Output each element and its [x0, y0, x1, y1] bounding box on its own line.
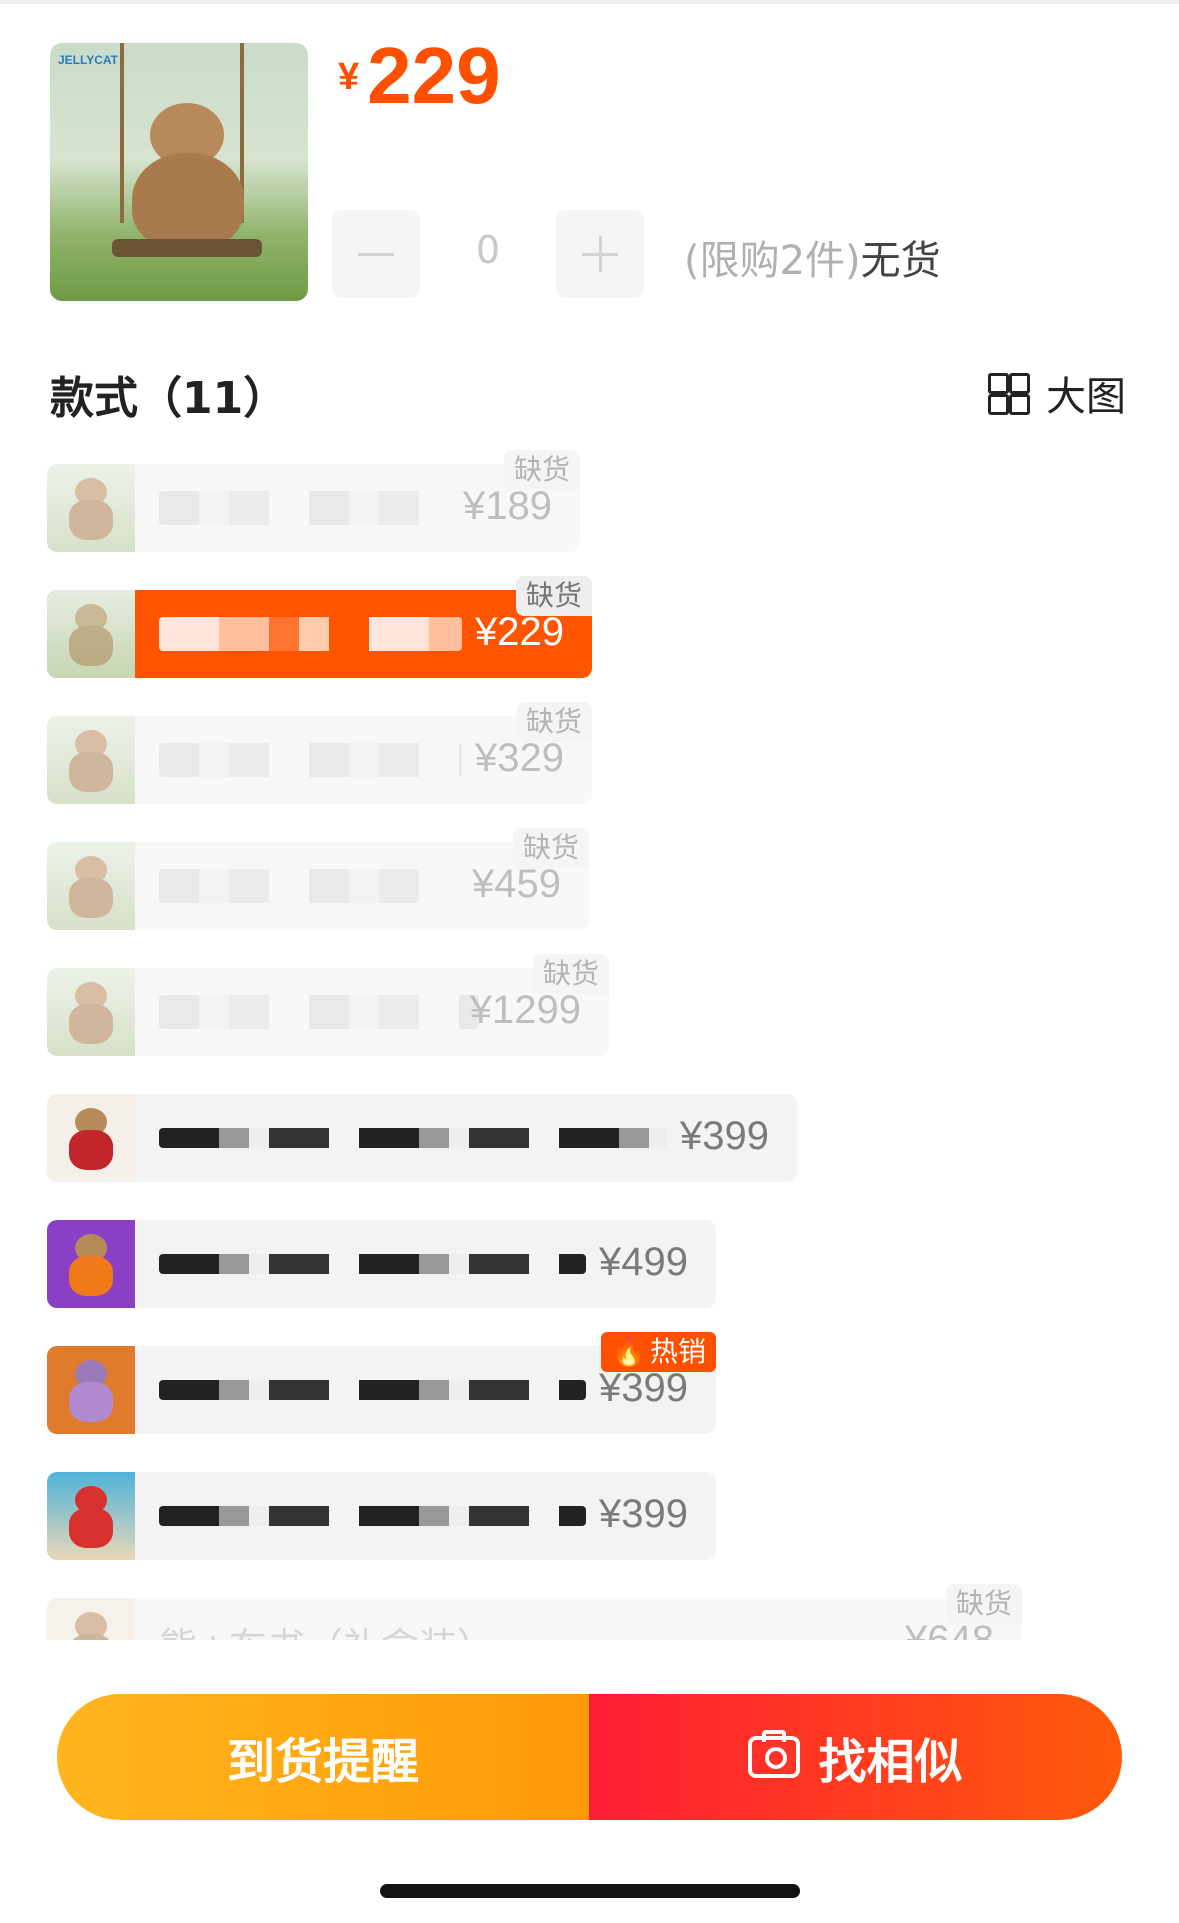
variant-thumbnail [47, 590, 135, 678]
variant-name-redacted [159, 617, 462, 651]
variant-option[interactable]: ¥399 🔥 热销 [47, 1332, 716, 1434]
camera-icon [748, 1730, 801, 1778]
limit-text: (限购2件) [684, 238, 861, 284]
variant-price: ¥329 [475, 736, 564, 780]
swing-rope [120, 43, 124, 223]
variant-thumbnail [47, 1472, 135, 1560]
quantity-value[interactable]: 0 [440, 228, 536, 272]
out-of-stock-badge: 缺货 [945, 1584, 1022, 1624]
increase-quantity-button[interactable] [556, 210, 644, 298]
variant-name-redacted [159, 743, 462, 777]
variant-name-redacted [159, 491, 450, 525]
variant-thumbnail [47, 716, 135, 804]
variant-name-redacted [159, 1380, 586, 1400]
minus-icon [358, 252, 394, 256]
variant-price: ¥1299 [469, 988, 581, 1032]
variant-name-redacted [159, 1128, 667, 1148]
bottom-action-bar: 到货提醒 找相似 [57, 1694, 1122, 1820]
swing-seat [112, 239, 262, 257]
variant-option[interactable]: ¥1299 缺货 [47, 954, 609, 1056]
out-of-stock-badge: 缺货 [515, 576, 592, 616]
variant-thumbnail [47, 1346, 135, 1434]
variant-thumbnail [47, 464, 135, 552]
variant-name-redacted [159, 869, 459, 903]
plus-icon-vertical [598, 236, 602, 272]
flame-icon: 🔥 [611, 1335, 646, 1368]
variant-price: ¥499 [599, 1240, 688, 1284]
variant-price: ¥399 [599, 1492, 688, 1536]
variant-option[interactable]: ¥189 缺货 [47, 450, 580, 552]
variant-option[interactable]: ¥399 [47, 1094, 797, 1182]
price-value: 229 [367, 31, 501, 120]
variant-thumbnail [47, 842, 135, 930]
find-similar-button[interactable]: 找相似 [589, 1694, 1122, 1820]
product-image[interactable]: JELLYCAT [50, 43, 308, 301]
variant-thumbnail [47, 1220, 135, 1308]
out-of-stock-badge: 缺货 [515, 702, 592, 742]
home-indicator[interactable] [380, 1884, 800, 1898]
big-image-toggle[interactable]: 大图 [988, 364, 1126, 422]
variant-price: ¥459 [472, 862, 561, 906]
out-of-stock-badge: 缺货 [503, 450, 580, 490]
brand-logo: JELLYCAT [58, 53, 119, 67]
hot-sale-badge: 🔥 热销 [601, 1332, 716, 1372]
out-of-stock-badge: 缺货 [512, 828, 589, 868]
variant-price: ¥399 [599, 1366, 688, 1410]
out-of-stock-badge: 缺货 [532, 954, 609, 994]
stock-status: 无货 [860, 238, 941, 284]
variant-name-redacted [159, 1254, 586, 1274]
variant-option-selected[interactable]: ¥229 缺货 [47, 576, 592, 678]
variant-name-redacted [159, 1506, 586, 1526]
variants-title: 款式（11） [50, 373, 288, 424]
currency-symbol: ¥ [338, 56, 360, 98]
variant-option[interactable]: ¥459 缺货 [47, 828, 589, 930]
variant-thumbnail [47, 1094, 135, 1182]
restock-reminder-label: 到货提醒 [226, 1734, 419, 1790]
variant-price: ¥399 [680, 1114, 769, 1158]
variant-price: ¥229 [475, 610, 564, 654]
grid-icon [988, 373, 1030, 415]
bear-body [132, 153, 244, 249]
decrease-quantity-button[interactable] [332, 210, 420, 298]
variant-price: ¥189 [463, 484, 552, 528]
variant-name-redacted [159, 995, 479, 1029]
variant-option[interactable]: ¥499 [47, 1220, 716, 1308]
product-price: ¥229 [338, 30, 501, 122]
variant-option[interactable]: ¥399 [47, 1472, 716, 1560]
variant-option[interactable]: ¥329 缺货 [47, 702, 592, 804]
find-similar-label: 找相似 [818, 1734, 963, 1790]
purchase-limit: (限购2件)无货 [684, 228, 941, 286]
hot-sale-label: 热销 [649, 1335, 706, 1368]
variant-thumbnail [47, 968, 135, 1056]
top-divider [0, 0, 1179, 4]
restock-reminder-button[interactable]: 到货提醒 [57, 1694, 589, 1820]
big-image-label: 大图 [1046, 374, 1126, 420]
